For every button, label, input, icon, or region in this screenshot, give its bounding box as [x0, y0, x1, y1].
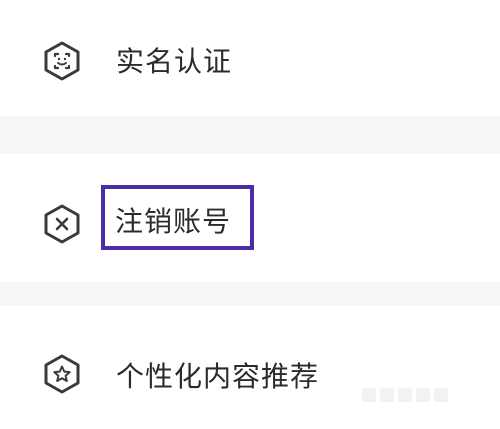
face-scan-icon [41, 40, 83, 82]
close-circle-icon [41, 203, 83, 245]
highlight-box [101, 185, 254, 250]
menu-item-label: 实名认证 [116, 45, 233, 78]
menu-item-delete-account[interactable]: 注销账号 [0, 154, 500, 282]
menu-item-personalized-recommendations[interactable]: 个性化内容推荐 [0, 306, 500, 429]
menu-item-label: 个性化内容推荐 [116, 360, 320, 393]
menu-item-real-name-verification[interactable]: 实名认证 [0, 0, 500, 116]
star-icon [41, 353, 83, 395]
settings-screen: 实名认证 注销账号 个性化内容推荐 [0, 0, 500, 429]
watermark [362, 387, 472, 413]
